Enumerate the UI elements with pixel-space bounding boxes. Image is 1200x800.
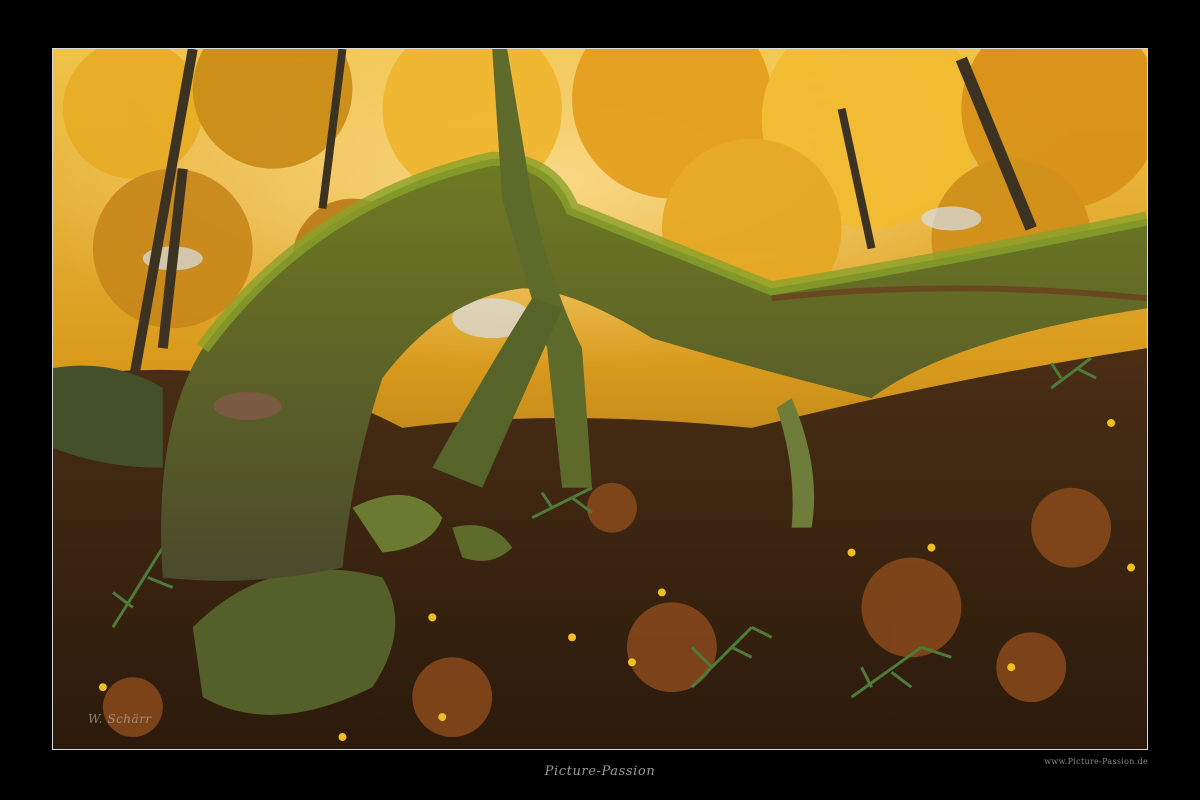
website-url[interactable]: www.Picture-Passion.de: [1044, 757, 1148, 766]
photo-frame: [52, 48, 1148, 750]
gallery-caption: Picture-Passion: [544, 764, 656, 779]
forest-photo: [53, 49, 1147, 749]
bracket-fungus: [213, 392, 282, 420]
photographer-signature: W. Schärr: [88, 712, 152, 726]
